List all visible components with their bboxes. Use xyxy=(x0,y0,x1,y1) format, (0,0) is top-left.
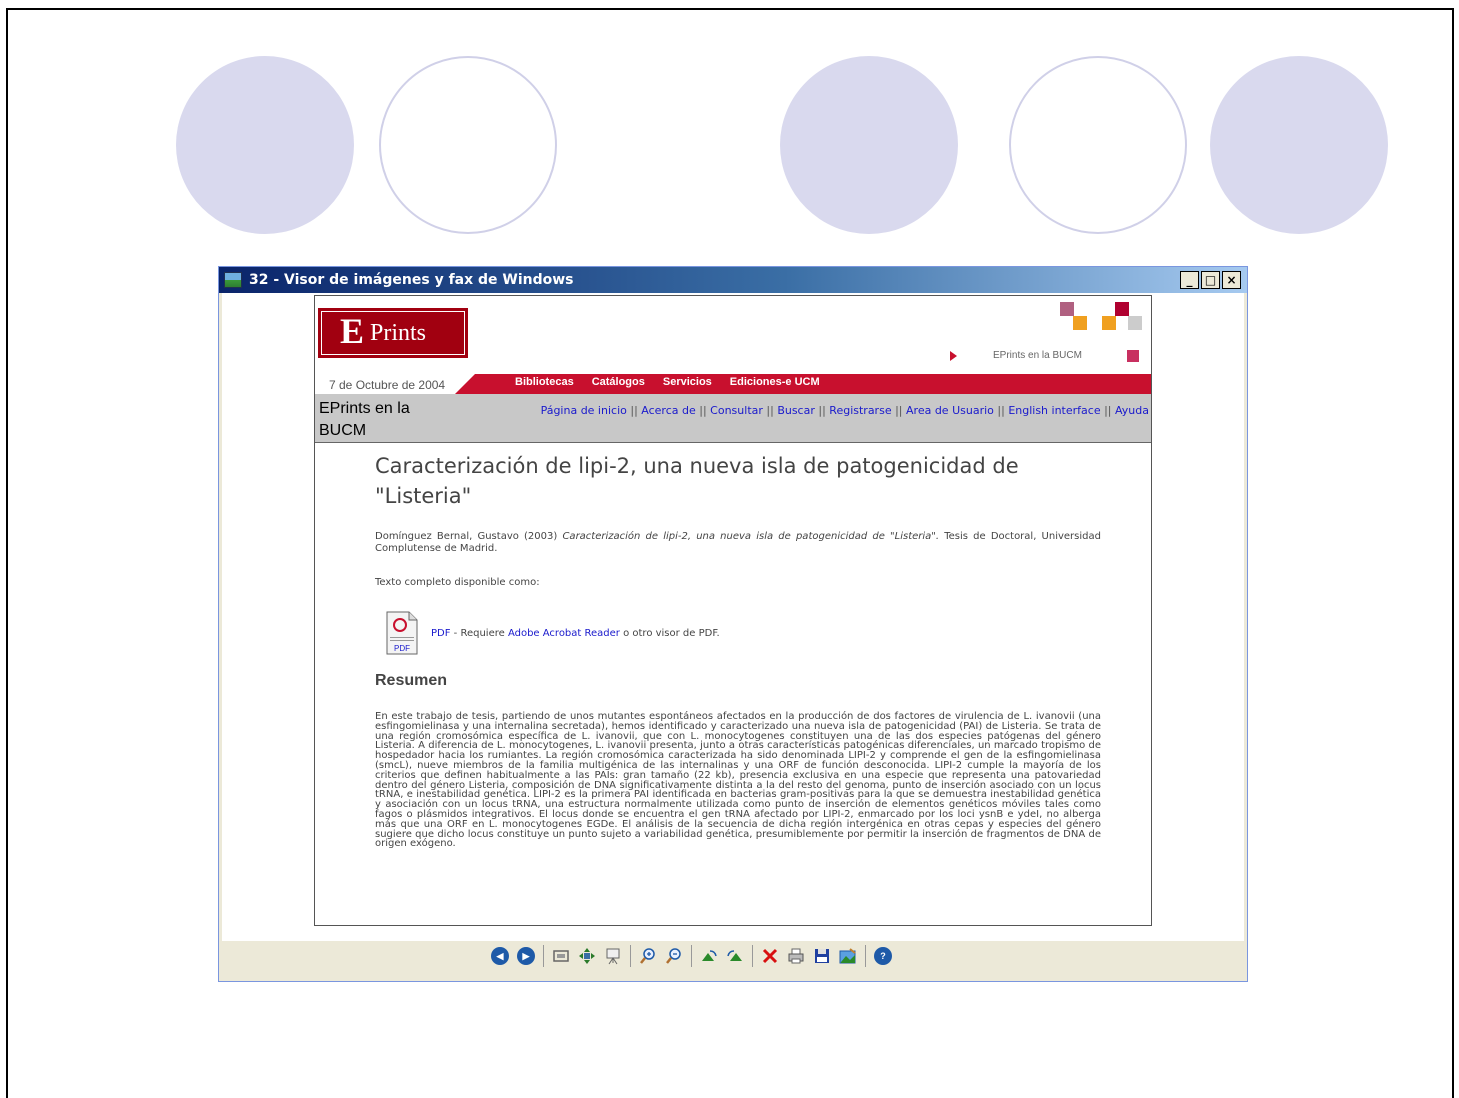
close-icon: × xyxy=(1226,273,1237,287)
arrow-icon xyxy=(950,351,957,361)
abstract-text: En este trabajo de tesis, partiendo de u… xyxy=(375,711,1101,850)
window-titlebar[interactable]: 32 - Visor de imágenes y fax de Windows … xyxy=(219,267,1247,293)
decor-square xyxy=(1115,302,1129,316)
help-icon: ? xyxy=(874,947,892,965)
image-viewer-app-icon xyxy=(224,272,242,288)
nav-servicios[interactable]: Servicios xyxy=(663,376,712,388)
link-acerca[interactable]: Acerca de xyxy=(641,404,695,417)
decor-square xyxy=(1102,316,1116,330)
slideshow-icon xyxy=(606,948,620,965)
record-content: Caracterización de lipi-2, una nueva isl… xyxy=(375,451,1101,849)
minimize-button[interactable]: _ xyxy=(1180,271,1199,289)
rotate-clockwise-icon xyxy=(702,950,717,961)
save-icon xyxy=(815,949,829,963)
abstract-heading: Resumen xyxy=(375,672,448,689)
link-registrarse[interactable]: Registrarse xyxy=(829,404,891,417)
edit-button[interactable] xyxy=(837,945,859,967)
record-title: Caracterización de lipi-2, una nueva isl… xyxy=(375,454,1019,508)
rotate-clockwise-button[interactable] xyxy=(698,945,720,967)
minimize-icon: _ xyxy=(1186,273,1193,287)
delete-icon xyxy=(762,948,778,964)
next-image-button[interactable]: ▶ xyxy=(515,945,537,967)
save-button[interactable] xyxy=(811,945,833,967)
image-view-area: E Prints EPrints en la BUCM 7 de Octubre… xyxy=(222,293,1244,941)
decor-circle-4 xyxy=(1009,56,1187,234)
link-area-usuario[interactable]: Area de Usuario xyxy=(906,404,994,417)
zoom-in-button[interactable] xyxy=(637,945,659,967)
window-title: 32 - Visor de imágenes y fax de Windows xyxy=(249,272,574,288)
link-buscar[interactable]: Buscar xyxy=(777,404,815,417)
zoom-out-button[interactable] xyxy=(663,945,685,967)
decor-circle-1 xyxy=(176,56,354,234)
slideshow-button[interactable] xyxy=(602,945,624,967)
maximize-button[interactable]: □ xyxy=(1201,271,1220,289)
link-inicio[interactable]: Página de inicio xyxy=(541,404,627,417)
link-english[interactable]: English interface xyxy=(1008,404,1100,417)
previous-image-icon: ◀ xyxy=(491,947,509,965)
decor-square xyxy=(1128,316,1142,330)
zoom-in-icon xyxy=(640,948,655,964)
page-date: 7 de Octubre de 2004 xyxy=(329,378,446,392)
decor-circle-2 xyxy=(379,56,557,234)
pdf-row: PDF PDF - Requiere Adobe Acrobat Reader … xyxy=(375,610,1101,656)
rotate-counterclockwise-icon xyxy=(727,950,742,961)
nav-ediciones[interactable]: Ediciones-e UCM xyxy=(730,376,820,388)
site-name: EPrints en la BUCM xyxy=(319,400,410,439)
image-viewer-window: 32 - Visor de imágenes y fax de Windows … xyxy=(218,266,1248,982)
eprints-bucm-link[interactable]: EPrints en la BUCM xyxy=(993,350,1082,361)
actual-size-icon xyxy=(579,948,595,964)
nav-tab-corner xyxy=(455,374,475,394)
pdf-description: PDF - Requiere Adobe Acrobat Reader o ot… xyxy=(431,627,720,639)
print-icon xyxy=(788,948,804,964)
help-button[interactable]: ? xyxy=(872,945,894,967)
decor-square xyxy=(1060,302,1074,316)
nav-catalogos[interactable]: Catálogos xyxy=(592,376,645,388)
delete-button[interactable] xyxy=(759,945,781,967)
next-image-icon: ▶ xyxy=(517,947,535,965)
link-ayuda[interactable]: Ayuda xyxy=(1115,404,1149,417)
print-button[interactable] xyxy=(785,945,807,967)
displayed-image: E Prints EPrints en la BUCM 7 de Octubre… xyxy=(314,295,1152,926)
decor-circle-3 xyxy=(780,56,958,234)
nav-bibliotecas[interactable]: Bibliotecas xyxy=(515,376,574,388)
edit-icon xyxy=(839,948,856,964)
decor-square xyxy=(1127,350,1139,362)
acrobat-link[interactable]: Adobe Acrobat Reader xyxy=(508,628,620,639)
citation: Domínguez Bernal, Gustavo (2003) Caracte… xyxy=(375,531,1101,554)
viewer-toolbar: ◀ ▶ ? xyxy=(487,943,896,969)
close-button[interactable]: × xyxy=(1222,271,1241,289)
site-header-bar: EPrints en la BUCM Página de inicio || A… xyxy=(315,394,1151,443)
maximize-icon: □ xyxy=(1204,273,1217,287)
best-fit-button[interactable] xyxy=(550,945,572,967)
svg-text:PDF: PDF xyxy=(394,644,410,653)
pdf-link[interactable]: PDF xyxy=(431,628,450,639)
rotate-counterclockwise-button[interactable] xyxy=(724,945,746,967)
top-links: Página de inicio || Acerca de || Consult… xyxy=(540,404,1149,417)
best-fit-icon xyxy=(553,950,569,962)
pdf-document-icon[interactable]: PDF xyxy=(385,611,419,655)
decor-square xyxy=(1073,316,1087,330)
link-consultar[interactable]: Consultar xyxy=(710,404,763,417)
fulltext-label: Texto completo disponible como: xyxy=(375,577,540,588)
zoom-out-icon xyxy=(666,948,681,964)
decor-circle-5 xyxy=(1210,56,1388,234)
previous-image-button[interactable]: ◀ xyxy=(489,945,511,967)
actual-size-button[interactable] xyxy=(576,945,598,967)
eprints-logo: E Prints xyxy=(318,308,468,358)
